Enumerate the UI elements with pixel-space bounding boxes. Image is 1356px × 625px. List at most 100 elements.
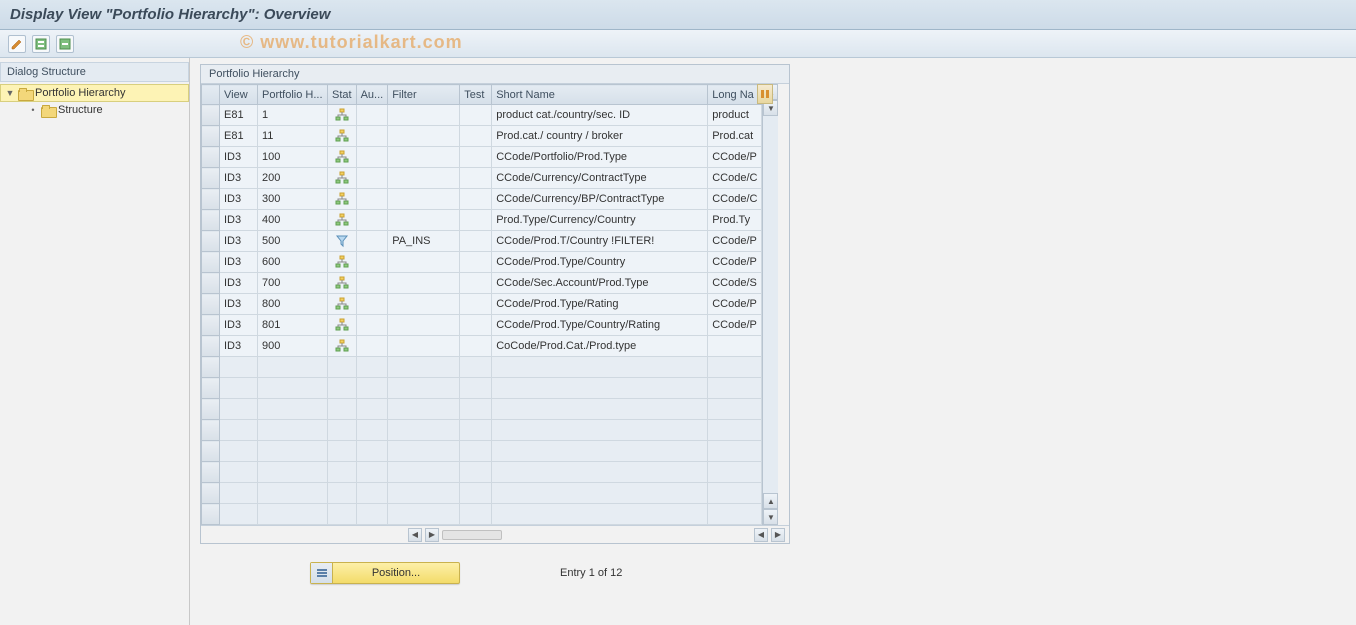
col-test[interactable]: Test: [460, 85, 492, 105]
scroll-left-icon[interactable]: ◀: [408, 528, 422, 542]
cell-short-name: CCode/Sec.Account/Prod.Type: [492, 273, 708, 294]
cell-long-name: CCode/P: [708, 252, 762, 273]
cell-portfolio-h: 600: [258, 252, 328, 273]
tree-item-portfolio-hierarchy[interactable]: ▼ Portfolio Hierarchy: [0, 84, 189, 102]
cell-au: [356, 189, 388, 210]
hierarchy-status-icon: [328, 105, 357, 126]
cell-view: ID3: [220, 273, 258, 294]
scroll-right-icon[interactable]: ▶: [425, 528, 439, 542]
col-short-name[interactable]: Short Name: [492, 85, 708, 105]
cell-test: [460, 105, 492, 126]
row-selector[interactable]: [202, 504, 220, 525]
dialog-structure-header: Dialog Structure: [0, 62, 189, 82]
scroll-down2-icon[interactable]: ▼: [763, 509, 778, 525]
scroll-left2-icon[interactable]: ◀: [754, 528, 768, 542]
collapse-icon[interactable]: [56, 35, 74, 53]
table-row[interactable]: ID3300CCode/Currency/BP/ContractTypeCCod…: [202, 189, 762, 210]
vertical-scrollbar[interactable]: ▲ ▼ ▲ ▼: [762, 84, 778, 525]
row-selector[interactable]: [202, 378, 220, 399]
table-row[interactable]: ID3800CCode/Prod.Type/RatingCCode/P: [202, 294, 762, 315]
table-row[interactable]: ID3700CCode/Sec.Account/Prod.TypeCCode/S: [202, 273, 762, 294]
table-row-empty: [202, 483, 762, 504]
row-selector[interactable]: [202, 441, 220, 462]
table-row[interactable]: ID3500PA_INSCCode/Prod.T/Country !FILTER…: [202, 231, 762, 252]
row-selector[interactable]: [202, 357, 220, 378]
tree-item-label: Structure: [58, 104, 103, 116]
row-selector[interactable]: [202, 294, 220, 315]
cell-portfolio-h: 800: [258, 294, 328, 315]
row-selector[interactable]: [202, 336, 220, 357]
row-selector[interactable]: [202, 189, 220, 210]
cell-filter: [388, 168, 460, 189]
hierarchy-status-icon: [328, 210, 357, 231]
toggle-edit-icon[interactable]: [8, 35, 26, 53]
table-row[interactable]: ID3100CCode/Portfolio/Prod.TypeCCode/P: [202, 147, 762, 168]
table-row-empty: [202, 357, 762, 378]
cell-long-name: CCode/P: [708, 231, 762, 252]
table-header-row: View Portfolio H... Stat Au... Filter Te…: [202, 85, 762, 105]
expand-icon[interactable]: [32, 35, 50, 53]
cell-long-name: Prod.cat: [708, 126, 762, 147]
cell-portfolio-h: 700: [258, 273, 328, 294]
table-row[interactable]: ID3400Prod.Type/Currency/CountryProd.Ty: [202, 210, 762, 231]
row-selector[interactable]: [202, 168, 220, 189]
table-row[interactable]: ID3801CCode/Prod.Type/Country/RatingCCod…: [202, 315, 762, 336]
main-content: Portfolio Hierarchy View Portfol: [190, 58, 1356, 625]
tree-item-structure[interactable]: • Structure: [0, 102, 189, 118]
col-filter[interactable]: Filter: [388, 85, 460, 105]
col-portfolio-h[interactable]: Portfolio H...: [258, 85, 328, 105]
page-title: Display View "Portfolio Hierarchy": Over…: [10, 6, 1346, 23]
table-row[interactable]: ID3200CCode/Currency/ContractTypeCCode/C: [202, 168, 762, 189]
portfolio-hierarchy-table: View Portfolio H... Stat Au... Filter Te…: [201, 84, 762, 525]
row-selector[interactable]: [202, 210, 220, 231]
row-selector[interactable]: [202, 315, 220, 336]
portfolio-hierarchy-group: Portfolio Hierarchy View Portfol: [200, 64, 790, 544]
cell-short-name: CCode/Portfolio/Prod.Type: [492, 147, 708, 168]
col-long-name[interactable]: Long Na: [708, 85, 762, 105]
position-button[interactable]: Position...: [310, 562, 460, 584]
footer-row: Position... Entry 1 of 12: [310, 562, 1346, 584]
cell-filter: [388, 126, 460, 147]
col-view[interactable]: View: [220, 85, 258, 105]
cell-test: [460, 189, 492, 210]
hierarchy-status-icon: [328, 294, 357, 315]
scroll-up2-icon[interactable]: ▲: [763, 493, 778, 509]
hierarchy-status-icon: [328, 189, 357, 210]
row-selector[interactable]: [202, 126, 220, 147]
cell-filter: [388, 252, 460, 273]
cell-filter: [388, 147, 460, 168]
row-selector[interactable]: [202, 252, 220, 273]
cell-long-name: Prod.Ty: [708, 210, 762, 231]
table-config-button[interactable]: [757, 84, 773, 104]
horizontal-scrollbar[interactable]: ◀ ▶ ◀ ▶: [201, 525, 789, 543]
table-row[interactable]: E811product cat./country/sec. IDproduct: [202, 105, 762, 126]
cell-portfolio-h: 100: [258, 147, 328, 168]
cell-filter: [388, 105, 460, 126]
col-stat[interactable]: Stat: [328, 85, 357, 105]
row-selector[interactable]: [202, 462, 220, 483]
cell-test: [460, 294, 492, 315]
table-row[interactable]: ID3600CCode/Prod.Type/CountryCCode/P: [202, 252, 762, 273]
row-selector[interactable]: [202, 105, 220, 126]
scroll-track[interactable]: [763, 116, 778, 493]
table-row-empty: [202, 420, 762, 441]
col-au[interactable]: Au...: [356, 85, 388, 105]
scroll-right2-icon[interactable]: ▶: [771, 528, 785, 542]
cell-short-name: CoCode/Prod.Cat./Prod.type: [492, 336, 708, 357]
cell-view: ID3: [220, 168, 258, 189]
table-row[interactable]: E8111Prod.cat./ country / brokerProd.cat: [202, 126, 762, 147]
tree-expander-icon[interactable]: ▼: [5, 88, 15, 98]
row-selector[interactable]: [202, 147, 220, 168]
cell-filter: [388, 189, 460, 210]
cell-test: [460, 147, 492, 168]
row-selector[interactable]: [202, 273, 220, 294]
cell-short-name: CCode/Currency/ContractType: [492, 168, 708, 189]
hscroll-thumb[interactable]: [442, 530, 502, 540]
hierarchy-status-icon: [328, 231, 357, 252]
row-selector-header: [202, 85, 220, 105]
row-selector[interactable]: [202, 483, 220, 504]
table-row[interactable]: ID3900CoCode/Prod.Cat./Prod.type: [202, 336, 762, 357]
row-selector[interactable]: [202, 231, 220, 252]
row-selector[interactable]: [202, 420, 220, 441]
row-selector[interactable]: [202, 399, 220, 420]
